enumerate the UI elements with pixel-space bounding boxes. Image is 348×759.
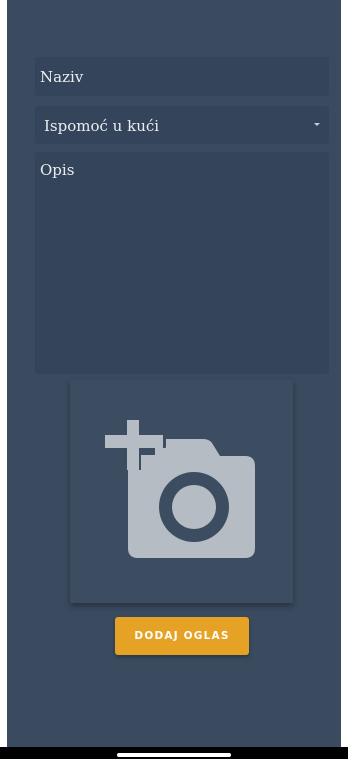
dropdown-caret-icon [314,123,320,126]
description-textarea[interactable]: Opis [35,152,329,374]
screen: Naziv Ispomoć u kući Opis DODAJ OGLAS [7,0,341,747]
add-photo-button[interactable] [70,380,293,603]
add-photo-icon [104,408,255,558]
title-placeholder: Naziv [40,68,84,86]
home-indicator[interactable] [117,753,231,757]
submit-ad-button[interactable]: DODAJ OGLAS [115,617,249,655]
category-selected-value: Ispomoć u kući [44,117,160,135]
title-input[interactable]: Naziv [35,57,329,96]
category-select[interactable]: Ispomoć u kući [35,106,329,144]
description-placeholder: Opis [40,161,75,179]
